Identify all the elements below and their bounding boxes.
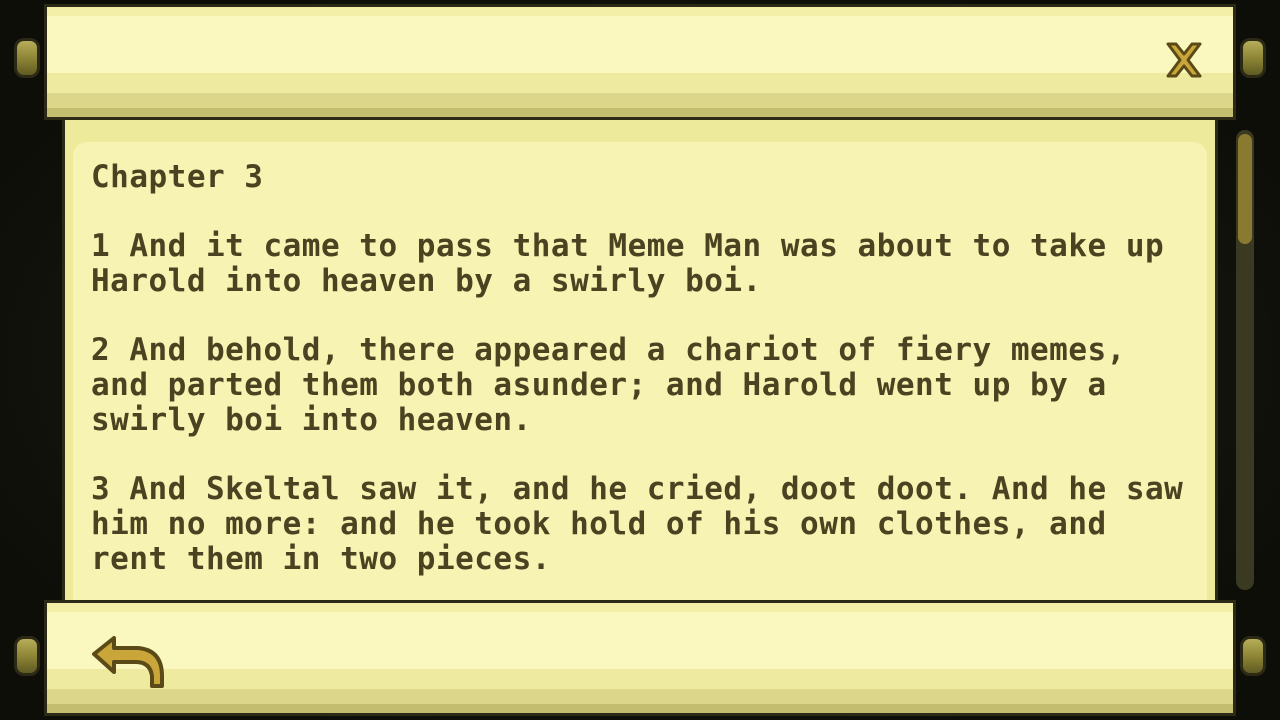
scroll-knob-right-top: [1240, 38, 1266, 78]
top-scroll-rod: [44, 4, 1236, 120]
close-button[interactable]: [1160, 38, 1208, 82]
close-x-icon: [1166, 42, 1202, 78]
scroll-knob-left-top: [14, 38, 40, 78]
scroll-knob-left-bottom: [14, 636, 40, 676]
back-button[interactable]: [86, 632, 170, 690]
scrollbar-thumb[interactable]: [1238, 134, 1252, 244]
scrollbar[interactable]: [1236, 130, 1254, 590]
book-text: Chapter 3 1 And it came to pass that Mem…: [91, 160, 1201, 600]
back-arrow-icon: [92, 636, 164, 688]
scroll-knob-right-bottom: [1240, 636, 1266, 676]
verse-1: 1 And it came to pass that Meme Man was …: [91, 228, 1165, 299]
verse-3: 3 And Skeltal saw it, and he cried, doot…: [91, 471, 1184, 577]
chapter-title: Chapter 3: [91, 159, 264, 195]
verse-2: 2 And behold, there appeared a chariot o…: [91, 332, 1126, 438]
bottom-scroll-rod: [44, 600, 1236, 716]
scroll-paper[interactable]: Chapter 3 1 And it came to pass that Mem…: [62, 120, 1218, 600]
book-reader-screen: Chapter 3 1 And it came to pass that Mem…: [0, 0, 1280, 720]
